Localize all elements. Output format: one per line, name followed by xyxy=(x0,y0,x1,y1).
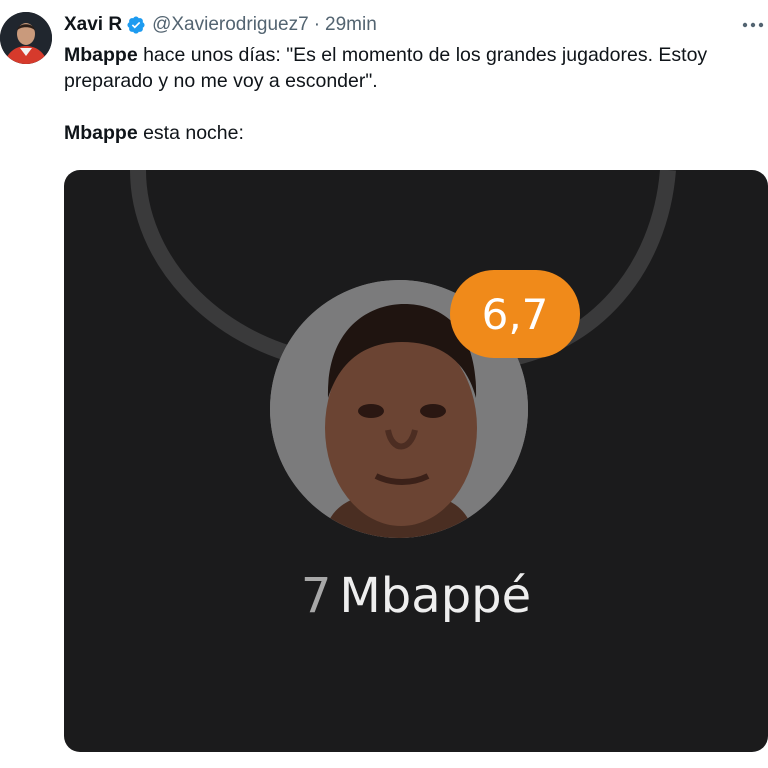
tweet-text: Mbappe hace unos días: "Es el momento de… xyxy=(64,42,760,146)
author-avatar[interactable] xyxy=(0,12,52,64)
player-name: Mbappé xyxy=(339,568,532,624)
author-handle[interactable]: @Xavierodriguez7 xyxy=(152,14,309,36)
more-options-icon[interactable] xyxy=(738,11,768,39)
separator-dot: · xyxy=(313,14,321,35)
tweet-paragraph-1: Mbappe hace unos días: "Es el momento de… xyxy=(64,42,760,94)
author-display-name[interactable]: Xavi R xyxy=(64,14,122,36)
tweet-media-image[interactable]: 6,7 7 Mbappé xyxy=(64,170,768,752)
player-rating-badge: 6,7 xyxy=(450,270,580,358)
mention-text-2: Mbappe xyxy=(64,122,138,144)
verified-badge-icon xyxy=(126,15,146,35)
tweet-paragraph-2: Mbappe esta noche: xyxy=(64,120,760,146)
tweet-header: Xavi R @Xavierodriguez7 · 29min xyxy=(64,11,768,39)
tweet-timestamp[interactable]: 29min xyxy=(325,14,377,36)
tonight-text: esta noche: xyxy=(137,122,244,144)
player-caption: 7 Mbappé xyxy=(64,568,768,624)
user-avatar-icon xyxy=(0,12,52,64)
mention-text-1: Mbappe xyxy=(64,44,138,66)
quote-text: hace unos días: "Es el momento de los gr… xyxy=(64,44,708,92)
player-number: 7 xyxy=(300,568,332,624)
